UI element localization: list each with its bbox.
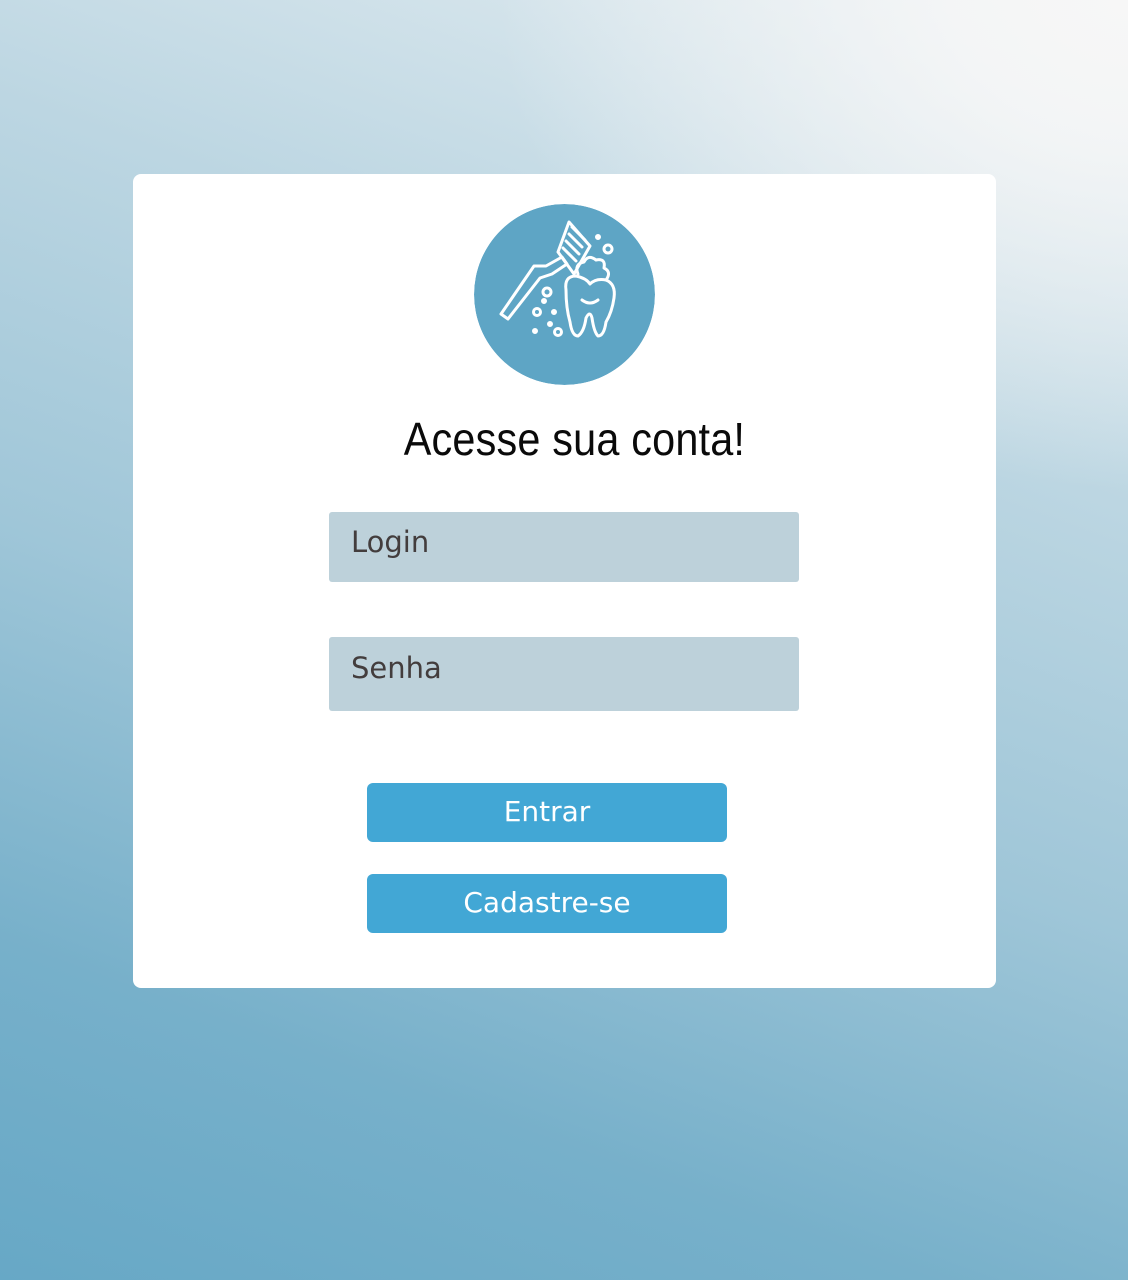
login-card: Acesse sua conta! Login Senha Entrar Cad… — [133, 174, 996, 988]
dental-logo-icon — [474, 204, 655, 385]
login-placeholder: Login — [351, 525, 430, 559]
cadastre-button[interactable]: Cadastre-se — [367, 874, 727, 933]
password-field[interactable]: Senha — [329, 637, 799, 711]
entrar-button[interactable]: Entrar — [367, 783, 727, 842]
page-title: Acesse sua conta! — [403, 413, 746, 465]
login-field[interactable]: Login — [329, 512, 799, 582]
password-placeholder: Senha — [351, 651, 442, 685]
